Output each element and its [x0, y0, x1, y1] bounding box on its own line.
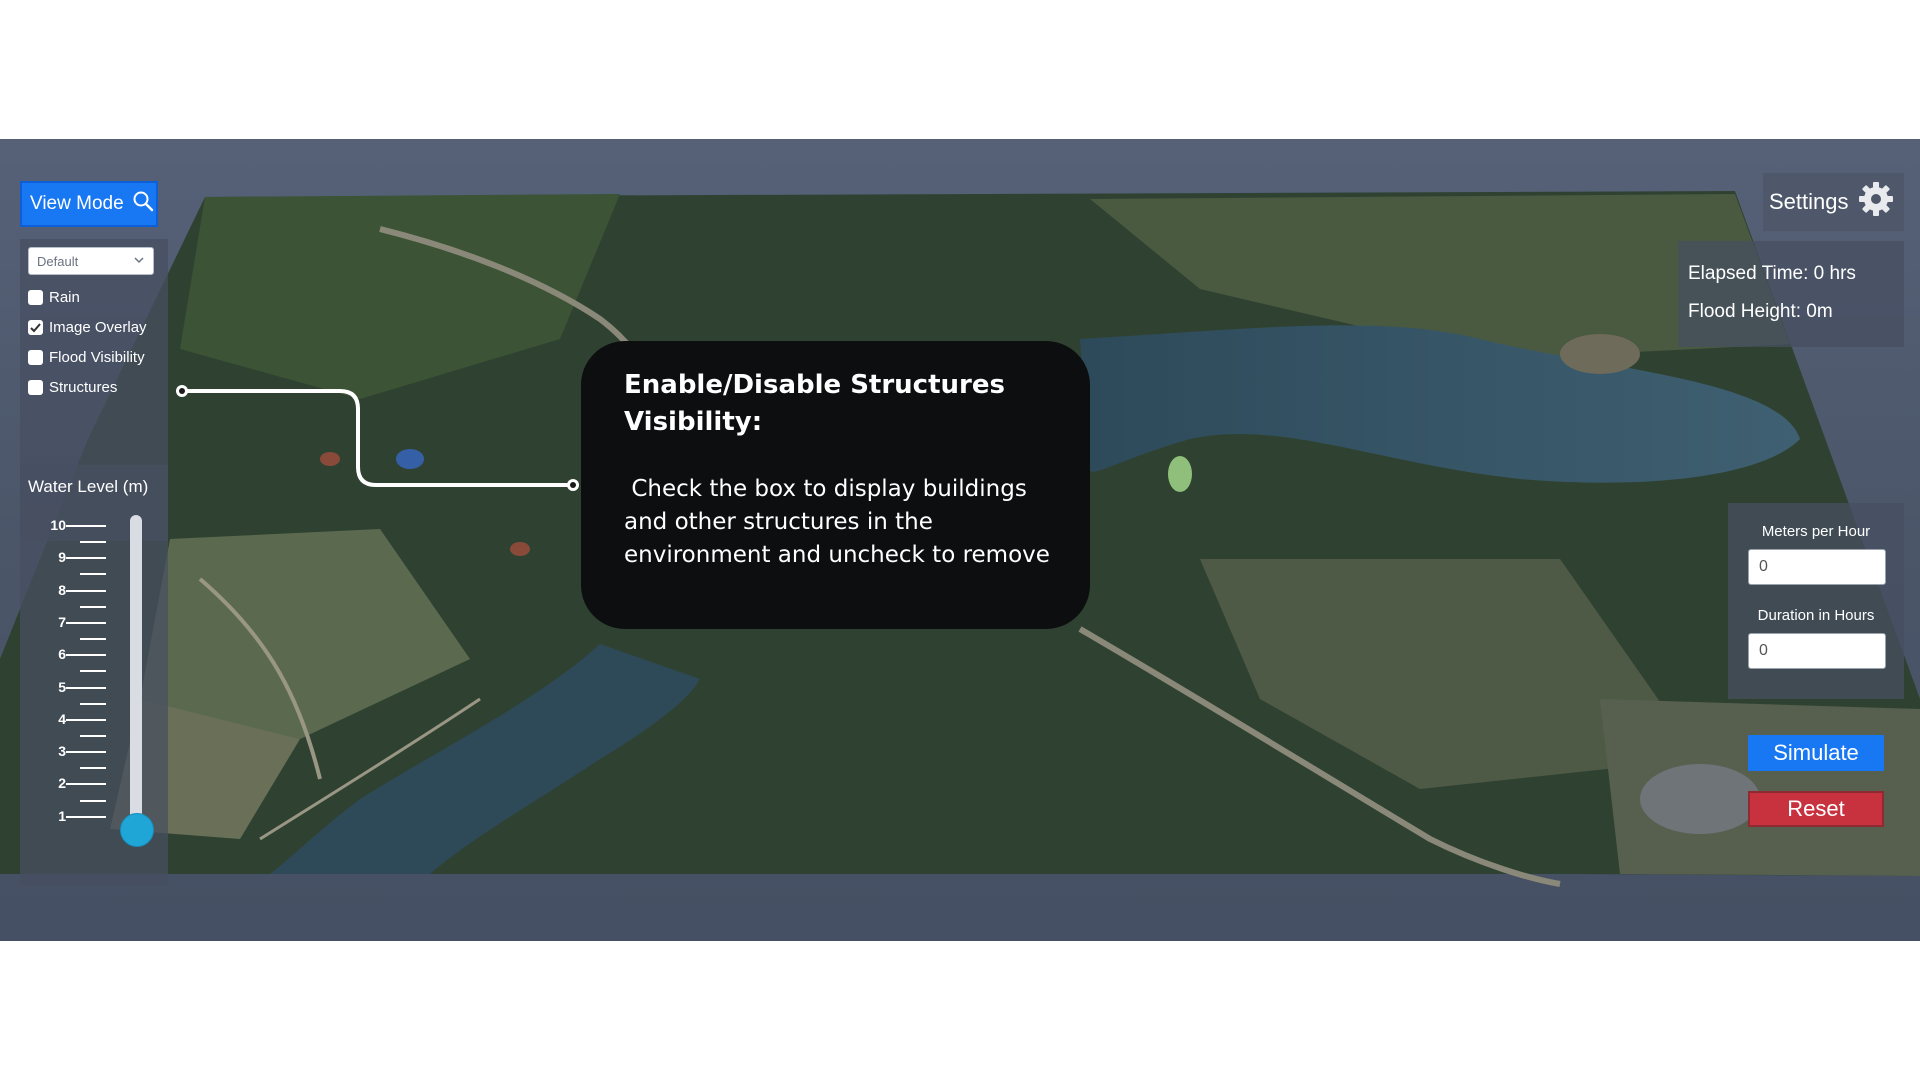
scale-label: 10	[50, 517, 66, 533]
scale-label: 8	[58, 581, 66, 598]
water-level-panel: Water Level (m) 10 9 8 7 6 5 4 3 2 1	[20, 465, 168, 885]
scale-tick-minor	[80, 573, 106, 576]
scale-tick-minor	[80, 767, 106, 770]
flood-visibility-label: Flood Visibility	[49, 349, 145, 366]
water-level-slider-track[interactable]	[130, 515, 142, 831]
tooltip-body: Check the box to display buildings and o…	[624, 476, 1050, 568]
search-icon	[132, 190, 154, 218]
scale-tick-major	[66, 815, 106, 818]
scale-tick-major	[66, 525, 106, 527]
scale-label: 3	[58, 743, 66, 760]
view-mode-label: View Mode	[30, 193, 124, 214]
scale-label: 1	[58, 807, 66, 824]
scale-tick-minor	[80, 670, 106, 673]
image-overlay-label: Image Overlay	[49, 319, 147, 336]
scale-label: 5	[58, 678, 66, 695]
reset-button[interactable]: Reset	[1748, 791, 1884, 827]
scale-tick-major	[66, 686, 106, 689]
duration-input[interactable]	[1748, 633, 1886, 669]
image-overlay-checkbox[interactable]	[28, 320, 43, 335]
scale-tick-major	[66, 621, 106, 624]
simulation-settings-panel: Meters per Hour Duration in Hours	[1728, 503, 1904, 699]
scale-tick-major	[66, 654, 106, 657]
image-overlay-toggle[interactable]: Image Overlay	[28, 319, 147, 336]
elapsed-time: Elapsed Time: 0 hrs	[1688, 263, 1856, 284]
scale-label: 9	[58, 549, 66, 566]
scale-label: 4	[58, 710, 66, 727]
simulation-status-panel: Elapsed Time: 0 hrs Flood Height: 0m	[1678, 241, 1904, 347]
simulate-button[interactable]: Simulate	[1748, 735, 1884, 771]
chevron-down-icon	[133, 254, 145, 269]
flood-height: Flood Height: 0m	[1688, 301, 1833, 322]
scale-tick-minor	[80, 702, 106, 705]
tooltip-title: Enable/Disable Structures Visibility:	[624, 370, 1005, 437]
scale-tick-minor	[80, 638, 106, 641]
scale-tick-minor	[80, 605, 106, 608]
meters-per-hour-label: Meters per Hour	[1761, 523, 1871, 540]
meters-per-hour-input[interactable]	[1748, 549, 1886, 585]
water-level-slider-thumb[interactable]	[120, 813, 154, 847]
view-mode-select[interactable]: Default	[28, 247, 154, 275]
duration-label: Duration in Hours	[1757, 607, 1875, 624]
scale-tick-major	[66, 589, 106, 592]
structures-label: Structures	[49, 379, 118, 396]
rain-label: Rain	[49, 289, 80, 306]
scale-tick-minor	[80, 734, 106, 737]
rain-checkbox[interactable]	[28, 290, 43, 305]
settings-button[interactable]: Settings	[1763, 173, 1904, 231]
view-mode-select-value: Default	[37, 253, 79, 269]
scale-label: 6	[58, 646, 66, 663]
view-mode-button[interactable]: View Mode	[20, 181, 158, 227]
scale-label: 7	[58, 613, 66, 630]
flood-visibility-toggle[interactable]: Flood Visibility	[28, 349, 145, 366]
rain-toggle[interactable]: Rain	[28, 289, 80, 306]
gear-icon	[1857, 180, 1895, 224]
structures-checkbox[interactable]	[28, 380, 43, 395]
scale-tick-minor	[80, 541, 106, 544]
structures-tooltip: Enable/Disable Structures Visibility: Ch…	[581, 341, 1090, 629]
checkmark-icon	[30, 323, 41, 333]
scale-tick-major	[66, 557, 106, 560]
flood-visibility-checkbox[interactable]	[28, 350, 43, 365]
scale-label: 2	[58, 775, 66, 792]
scale-tick-major	[66, 783, 106, 786]
scale-tick-major	[66, 751, 106, 754]
settings-label: Settings	[1769, 189, 1849, 214]
scale-tick-minor	[80, 799, 106, 802]
scale-tick-major	[66, 718, 106, 721]
structures-toggle[interactable]: Structures	[28, 379, 117, 396]
water-level-title: Water Level (m)	[28, 477, 149, 496]
